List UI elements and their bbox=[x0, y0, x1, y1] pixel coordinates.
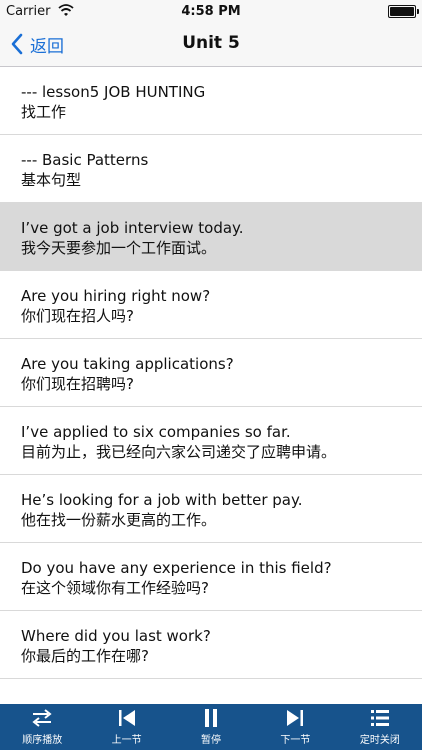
sentence-english: Are you hiring right now? bbox=[21, 287, 211, 305]
sentence-chinese: 在这个领域你有工作经验吗? bbox=[21, 579, 209, 597]
next-section-button[interactable]: 下一节 bbox=[253, 704, 337, 750]
list-item[interactable]: Are you taking applications? 你们现在招聘吗? bbox=[0, 339, 422, 407]
sentence-chinese: 你们现在招人吗? bbox=[21, 307, 134, 325]
sentence-english: Do you have any experience in this field… bbox=[21, 559, 332, 577]
list-item[interactable]: Where did you last work? 你最后的工作在哪? bbox=[0, 611, 422, 679]
pause-label: 暂停 bbox=[201, 735, 222, 746]
pause-icon bbox=[205, 709, 218, 727]
list-item-selected[interactable]: I’ve got a job interview today. 我今天要参加一个… bbox=[0, 203, 422, 271]
list-item[interactable]: I’ve applied to six companies so far. 目前… bbox=[0, 407, 422, 475]
status-bar: Carrier 4:58 PM bbox=[0, 0, 422, 22]
list-item[interactable]: Are you hiring right now? 你们现在招人吗? bbox=[0, 271, 422, 339]
skip-forward-icon bbox=[287, 710, 304, 726]
sentence-english: Are you taking applications? bbox=[21, 355, 234, 373]
previous-section-label: 上一节 bbox=[111, 735, 142, 746]
sentence-list: --- lesson5 JOB HUNTING 找工作 --- Basic Pa… bbox=[0, 67, 422, 704]
skip-back-icon bbox=[118, 710, 135, 726]
page-title: Unit 5 bbox=[182, 33, 240, 53]
list-item[interactable]: Do you have any experience in this field… bbox=[0, 543, 422, 611]
sequential-play-icon bbox=[32, 709, 52, 727]
battery-icon bbox=[388, 5, 419, 18]
sentence-english: I’ve got a job interview today. bbox=[21, 219, 244, 237]
playback-toolbar: 顺序播放 上一节 暂停 下一节 定时关闭 bbox=[0, 704, 422, 750]
navigation-bar: 返回 Unit 5 bbox=[0, 22, 422, 67]
sentence-chinese: 基本句型 bbox=[21, 171, 82, 189]
order-play-button[interactable]: 顺序播放 bbox=[0, 704, 84, 750]
sentence-chinese: 他在找一份薪水更高的工作。 bbox=[21, 511, 217, 529]
status-time: 4:58 PM bbox=[181, 4, 241, 19]
sentence-english: I’ve applied to six companies so far. bbox=[21, 423, 291, 441]
timer-off-button[interactable]: 定时关闭 bbox=[338, 704, 422, 750]
order-play-label: 顺序播放 bbox=[22, 735, 63, 746]
list-item[interactable]: --- lesson5 JOB HUNTING 找工作 bbox=[0, 67, 422, 135]
list-item[interactable]: --- Basic Patterns 基本句型 bbox=[0, 135, 422, 203]
sentence-english: Where did you last work? bbox=[21, 627, 211, 645]
sentence-chinese: 我今天要参加一个工作面试。 bbox=[21, 239, 217, 257]
sentence-chinese: 目前为止，我已经向六家公司递交了应聘申请。 bbox=[21, 443, 337, 461]
list-icon bbox=[370, 710, 389, 726]
timer-off-label: 定时关闭 bbox=[359, 735, 400, 746]
sentence-english: --- Basic Patterns bbox=[21, 151, 149, 169]
list-item[interactable]: He’s looking for a job with better pay. … bbox=[0, 475, 422, 543]
next-section-label: 下一节 bbox=[280, 735, 311, 746]
sentence-chinese: 你最后的工作在哪? bbox=[21, 647, 149, 665]
sentence-english: --- lesson5 JOB HUNTING bbox=[21, 83, 206, 101]
pause-button[interactable]: 暂停 bbox=[169, 704, 253, 750]
previous-section-button[interactable]: 上一节 bbox=[84, 704, 168, 750]
sentence-chinese: 你们现在招聘吗? bbox=[21, 375, 134, 393]
sentence-chinese: 找工作 bbox=[21, 103, 67, 121]
sentence-english: He’s looking for a job with better pay. bbox=[21, 491, 303, 509]
